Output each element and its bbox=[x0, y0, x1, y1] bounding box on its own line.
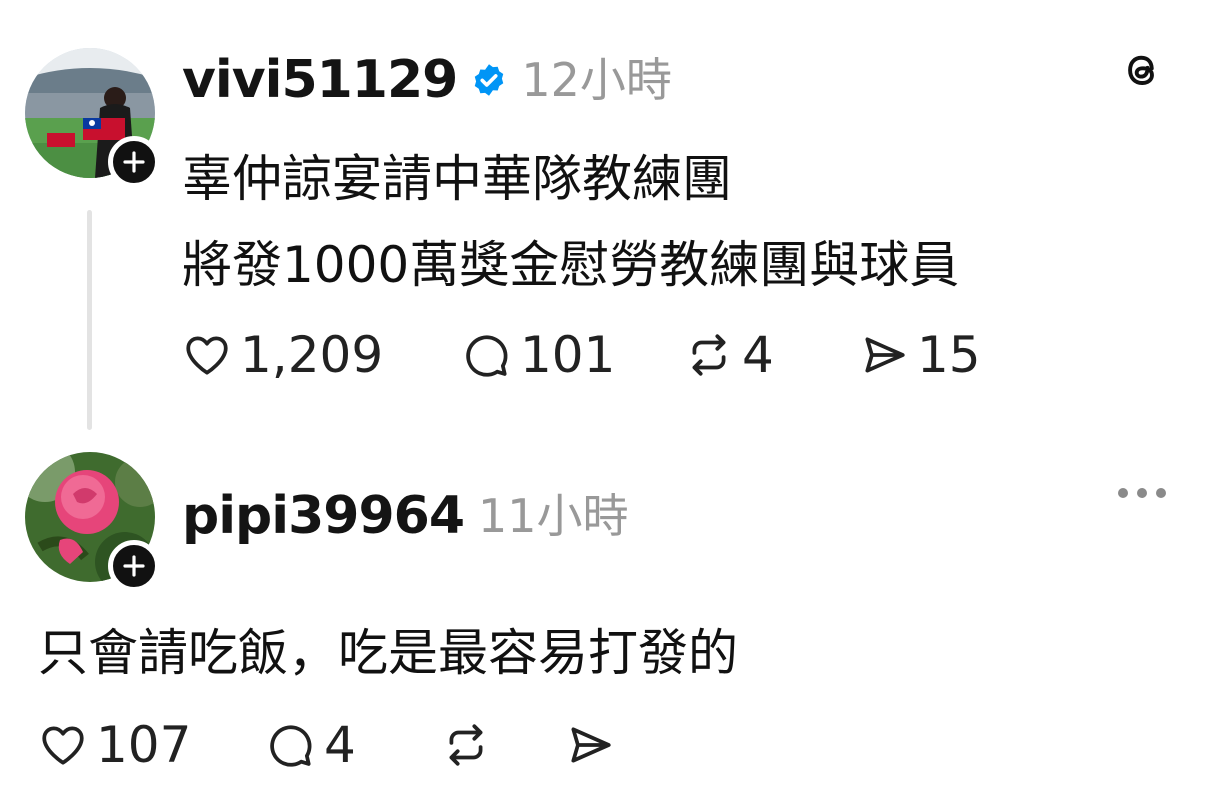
more-icon bbox=[1118, 488, 1166, 498]
like-count: 107 bbox=[96, 716, 192, 774]
comment-count: 4 bbox=[324, 716, 356, 774]
comment-count: 101 bbox=[520, 326, 616, 384]
follow-button[interactable] bbox=[108, 540, 160, 592]
share-button[interactable] bbox=[565, 720, 615, 770]
like-count: 1,209 bbox=[240, 326, 384, 384]
repost-icon bbox=[692, 334, 726, 376]
post-header: vivi51129 12小時 bbox=[182, 54, 672, 106]
verified-badge-icon bbox=[475, 64, 504, 96]
follow-button[interactable] bbox=[108, 136, 160, 188]
heart-icon bbox=[42, 726, 84, 765]
like-button[interactable]: 107 bbox=[38, 720, 266, 770]
reply-actions: 107 4 bbox=[38, 720, 615, 770]
like-button[interactable]: 1,209 bbox=[182, 330, 462, 380]
threads-logo-icon[interactable] bbox=[1116, 44, 1168, 100]
timestamp: 12小時 bbox=[521, 53, 672, 107]
repost-icon bbox=[449, 724, 483, 766]
share-icon bbox=[571, 727, 611, 763]
share-count: 15 bbox=[917, 326, 981, 384]
comment-button[interactable]: 4 bbox=[266, 720, 441, 770]
post-actions: 1,209 101 4 15 bbox=[182, 330, 981, 380]
plus-icon bbox=[123, 555, 145, 577]
repost-button[interactable] bbox=[441, 720, 565, 770]
repost-button[interactable]: 4 bbox=[684, 330, 859, 380]
post-text-line-2: 將發1000萬獎金慰勞教練團與球員 bbox=[182, 236, 960, 294]
username[interactable]: pipi39964 bbox=[182, 490, 465, 542]
comment-icon bbox=[466, 335, 508, 377]
reply-text: 只會請吃飯，吃是最容易打發的 bbox=[38, 624, 738, 682]
plus-icon bbox=[123, 151, 145, 173]
comment-icon bbox=[270, 725, 312, 767]
heart-icon bbox=[186, 336, 228, 375]
post-text-line-1: 辜仲諒宴請中華隊教練團 bbox=[182, 150, 732, 208]
repost-count: 4 bbox=[742, 326, 774, 384]
timestamp: 11小時 bbox=[478, 489, 629, 543]
username[interactable]: vivi51129 bbox=[182, 54, 458, 106]
comment-button[interactable]: 101 bbox=[462, 330, 684, 380]
thread-line bbox=[87, 210, 92, 430]
share-button[interactable]: 15 bbox=[859, 330, 981, 380]
reply-header: pipi39964 11小時 bbox=[182, 490, 629, 542]
more-options-button[interactable] bbox=[1118, 488, 1166, 498]
share-icon bbox=[865, 337, 905, 373]
